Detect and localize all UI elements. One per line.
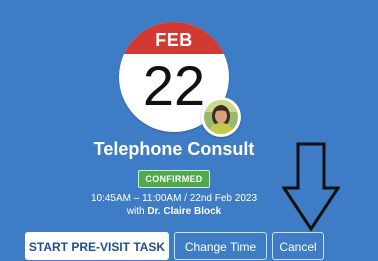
change-time-button[interactable]: Change Time — [174, 232, 267, 260]
start-pre-visit-task-button[interactable]: START PRE-VISIT TASK — [25, 232, 169, 260]
doctor-avatar — [201, 97, 241, 137]
calendar-month: FEB — [155, 30, 193, 50]
status-badge: CONFIRMED — [138, 170, 210, 188]
doctor-name: Dr. Claire Block — [147, 206, 222, 217]
with-prefix: with — [126, 206, 148, 217]
doctor-avatar-icon — [204, 100, 238, 134]
cancel-button[interactable]: Cancel — [272, 232, 324, 260]
arrow-down-icon — [282, 142, 340, 232]
appointment-card: FEB 22 Telephone Consult CONFIRMED 10:45… — [0, 0, 378, 261]
